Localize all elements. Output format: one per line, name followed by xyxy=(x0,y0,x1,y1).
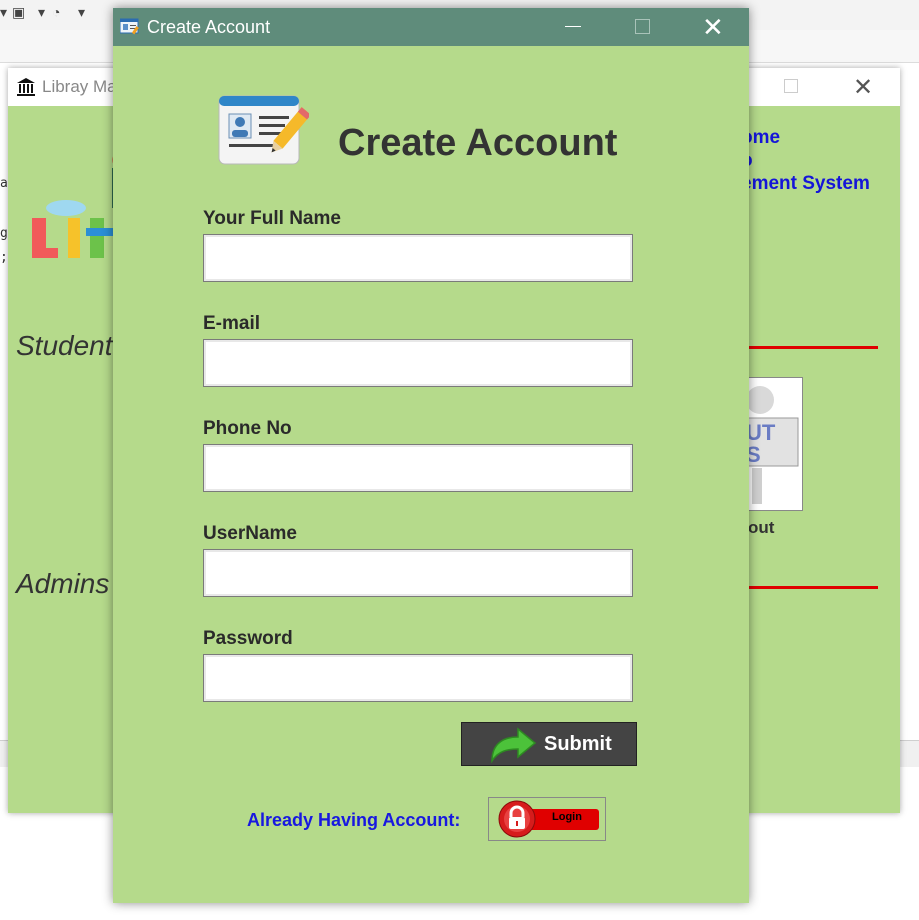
password-input[interactable] xyxy=(203,654,633,702)
phone-label: Phone No xyxy=(203,418,292,439)
full-name-input[interactable] xyxy=(203,234,633,282)
login-button[interactable]: Login xyxy=(488,797,606,841)
full-name-label: Your Full Name xyxy=(203,208,341,229)
welcome-text: ome o ement System xyxy=(741,127,870,194)
dialog-titlebar: Create Account ✕ xyxy=(113,8,749,46)
lock-icon xyxy=(498,800,536,838)
green-arrow-icon xyxy=(491,727,537,763)
login-button-label: Login xyxy=(552,811,582,823)
maximize-button[interactable] xyxy=(784,79,798,93)
email-input[interactable] xyxy=(203,339,633,387)
minimize-button[interactable] xyxy=(565,26,581,27)
close-button[interactable]: ✕ xyxy=(702,12,724,42)
about-figure-icon: UT S xyxy=(742,386,799,504)
id-card-icon xyxy=(218,95,309,165)
separator-line xyxy=(743,346,878,349)
library-icon xyxy=(17,78,35,96)
email-label: E-mail xyxy=(203,313,261,334)
username-input[interactable] xyxy=(203,549,633,597)
app-icon xyxy=(120,18,139,35)
separator-line xyxy=(743,586,878,589)
username-label: UserName xyxy=(203,523,297,544)
already-have-account-text: Already Having Account: xyxy=(247,810,461,830)
about-label: out xyxy=(748,518,775,537)
admin-section-heading: Admins xyxy=(16,568,110,599)
main-window-title: Libray Ma xyxy=(42,77,117,96)
page-title: Create Account xyxy=(338,122,618,164)
dialog-title: Create Account xyxy=(147,17,271,37)
submit-button[interactable]: Submit xyxy=(461,722,637,766)
dropdown-icon[interactable]: ▾ xyxy=(78,4,85,21)
create-account-dialog: Create Account ✕ Create Account Your Ful… xyxy=(113,8,749,903)
close-button[interactable]: ✕ xyxy=(853,73,873,102)
debug-icon[interactable]: ▣ xyxy=(12,4,25,21)
about-us-button[interactable]: UT S xyxy=(741,377,803,511)
submit-button-label: Submit xyxy=(544,733,612,755)
dropdown-icon[interactable]: ▾ xyxy=(38,4,45,21)
toolbar-arrow-icon[interactable]: ▾ xyxy=(0,4,7,21)
profiler-icon[interactable]: ◔ xyxy=(52,4,60,20)
student-section-heading: Student xyxy=(16,330,113,361)
maximize-button[interactable] xyxy=(635,19,650,34)
password-label: Password xyxy=(203,628,293,649)
phone-input[interactable] xyxy=(203,444,633,492)
